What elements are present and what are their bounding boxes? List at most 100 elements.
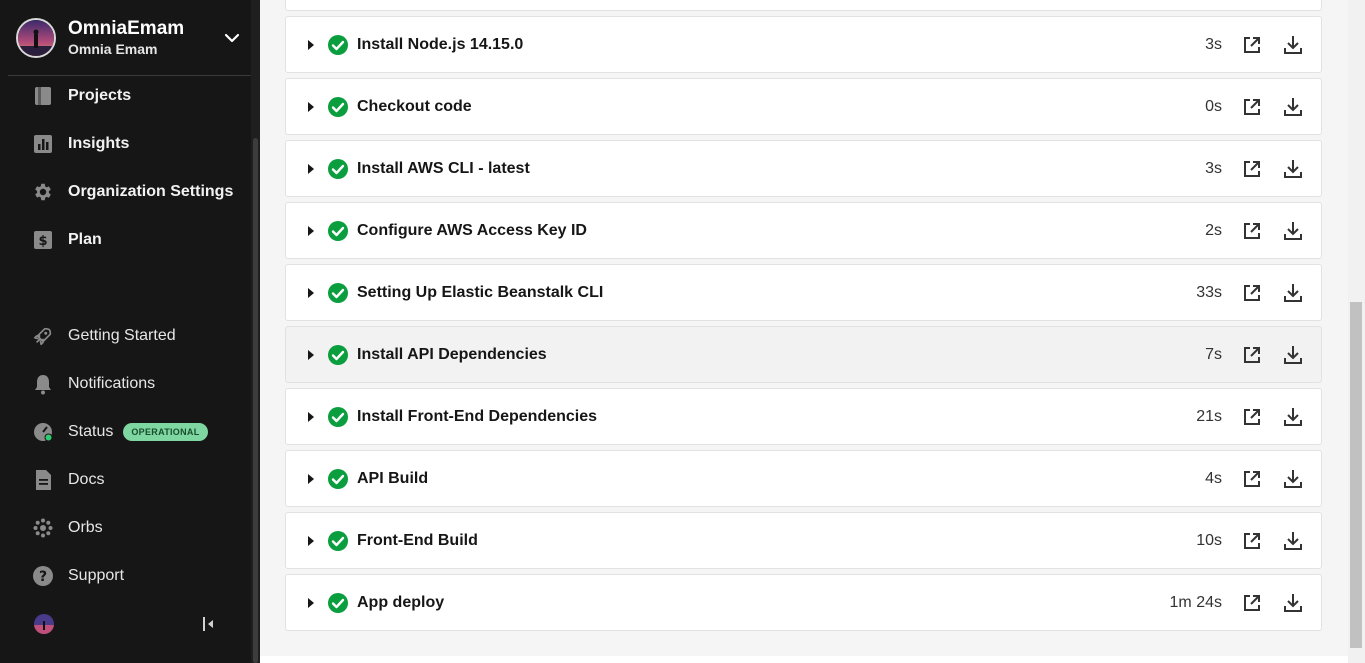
sidebar-item-getting-started[interactable]: Getting Started	[32, 321, 242, 351]
open-external-icon[interactable]	[1241, 406, 1263, 428]
success-check-icon	[328, 592, 348, 613]
caret-right-icon[interactable]	[307, 473, 315, 484]
success-check-icon	[328, 220, 348, 241]
step-row[interactable]: Install Front-End Dependencies 21s	[285, 388, 1322, 445]
step-row[interactable]: Checkout code 0s	[285, 78, 1322, 135]
success-check-icon	[328, 468, 348, 489]
sidebar-item-docs[interactable]: Docs	[32, 465, 242, 495]
sidebar-item-label: Docs	[68, 471, 105, 488]
sidebar: OmniaEmam Omnia Emam Projects Insights O…	[0, 0, 260, 663]
sidebar-item-orbs[interactable]: Orbs	[32, 513, 242, 543]
sidebar-scrollbar[interactable]	[251, 0, 260, 663]
step-row[interactable]: Install AWS CLI - latest 3s	[285, 140, 1322, 197]
caret-right-icon[interactable]	[307, 535, 315, 546]
caret-right-icon[interactable]	[307, 597, 315, 608]
caret-right-icon[interactable]	[307, 163, 315, 174]
success-check-icon	[328, 344, 348, 365]
org-switcher[interactable]: OmniaEmam Omnia Emam	[16, 16, 248, 60]
step-duration: 21s	[1196, 407, 1222, 425]
download-icon[interactable]	[1281, 219, 1305, 243]
sidebar-item-label: Projects	[68, 87, 132, 104]
sidebar-item-label: Insights	[68, 135, 130, 152]
open-external-icon[interactable]	[1241, 468, 1263, 490]
open-external-icon[interactable]	[1241, 220, 1263, 242]
step-duration: 3s	[1205, 35, 1222, 53]
step-name: Front-End Build	[357, 531, 478, 549]
open-external-icon[interactable]	[1241, 96, 1263, 118]
step-name: Install Node.js 14.15.0	[357, 35, 524, 53]
step-duration: 3s	[1205, 159, 1222, 177]
chevron-down-icon[interactable]	[222, 28, 242, 48]
rocket-icon	[32, 325, 54, 347]
success-check-icon	[328, 34, 348, 55]
open-external-icon[interactable]	[1241, 530, 1263, 552]
step-name: Checkout code	[357, 97, 472, 115]
success-check-icon	[328, 406, 348, 427]
sidebar-item-label: Notifications	[68, 375, 156, 392]
caret-right-icon[interactable]	[307, 287, 315, 298]
user-name: Omnia Emam	[68, 41, 158, 57]
chart-icon	[32, 133, 54, 155]
open-external-icon[interactable]	[1241, 282, 1263, 304]
step-row[interactable]: Front-End Build 10s	[285, 512, 1322, 569]
step-name: Install Front-End Dependencies	[357, 407, 598, 425]
step-name: Configure AWS Access Key ID	[357, 221, 587, 239]
dollar-icon: $	[32, 229, 54, 251]
step-name: Setting Up Elastic Beanstalk CLI	[357, 283, 604, 301]
sidebar-item-projects[interactable]: Projects	[32, 81, 242, 111]
caret-right-icon[interactable]	[307, 39, 315, 50]
step-row[interactable]: Configure AWS Access Key ID 2s	[285, 202, 1322, 259]
sidebar-item-label: Plan	[68, 231, 102, 248]
step-row[interactable]: Setting Up Elastic Beanstalk CLI 33s	[285, 264, 1322, 321]
step-row[interactable]: API Build 4s	[285, 450, 1322, 507]
caret-right-icon[interactable]	[307, 225, 315, 236]
caret-right-icon[interactable]	[307, 411, 315, 422]
download-icon[interactable]	[1281, 343, 1305, 367]
status-badge: OPERATIONAL	[123, 423, 208, 441]
caret-right-icon[interactable]	[307, 349, 315, 360]
download-icon[interactable]	[1281, 157, 1305, 181]
svg-text:?: ?	[39, 569, 47, 585]
user-avatar[interactable]	[34, 614, 54, 634]
orbs-icon	[32, 517, 54, 539]
sidebar-item-label: Orbs	[68, 519, 103, 536]
open-external-icon[interactable]	[1241, 592, 1263, 614]
step-duration: 4s	[1205, 469, 1222, 487]
caret-right-icon[interactable]	[307, 101, 315, 112]
help-icon: ?	[32, 565, 54, 587]
download-icon[interactable]	[1281, 281, 1305, 305]
sidebar-item-label: Organization Settings	[68, 183, 234, 200]
download-icon[interactable]	[1281, 33, 1305, 57]
sidebar-item-organization-settings[interactable]: Organization Settings	[32, 177, 242, 207]
step-name: App deploy	[357, 593, 445, 611]
download-icon[interactable]	[1281, 591, 1305, 615]
sidebar-item-support[interactable]: ? Support	[32, 561, 242, 591]
success-check-icon	[328, 158, 348, 179]
download-icon[interactable]	[1281, 95, 1305, 119]
step-row[interactable]: App deploy 1m 24s	[285, 574, 1322, 631]
download-icon[interactable]	[1281, 405, 1305, 429]
sidebar-item-notifications[interactable]: Notifications	[32, 369, 242, 399]
success-check-icon	[328, 96, 348, 117]
step-duration: 0s	[1205, 97, 1222, 115]
download-icon[interactable]	[1281, 529, 1305, 553]
collapse-sidebar-icon[interactable]	[199, 614, 219, 634]
sidebar-item-plan[interactable]: $ Plan	[32, 225, 242, 255]
download-icon[interactable]	[1281, 467, 1305, 491]
page-scrollbar[interactable]	[1348, 0, 1365, 663]
step-row[interactable]: Install API Dependencies 7s	[285, 326, 1322, 383]
step-row-partial	[285, 0, 1322, 11]
book-icon	[32, 85, 54, 107]
open-external-icon[interactable]	[1241, 344, 1263, 366]
sidebar-item-label: Getting Started	[68, 327, 176, 344]
open-external-icon[interactable]	[1241, 158, 1263, 180]
sidebar-item-label: Support	[68, 567, 125, 584]
step-duration: 7s	[1205, 345, 1222, 363]
doc-icon	[32, 469, 54, 491]
step-duration: 2s	[1205, 221, 1222, 239]
success-check-icon	[328, 282, 348, 303]
step-row[interactable]: Install Node.js 14.15.0 3s	[285, 16, 1322, 73]
open-external-icon[interactable]	[1241, 34, 1263, 56]
sidebar-item-status[interactable]: Status OPERATIONAL	[32, 417, 242, 447]
sidebar-item-insights[interactable]: Insights	[32, 129, 242, 159]
